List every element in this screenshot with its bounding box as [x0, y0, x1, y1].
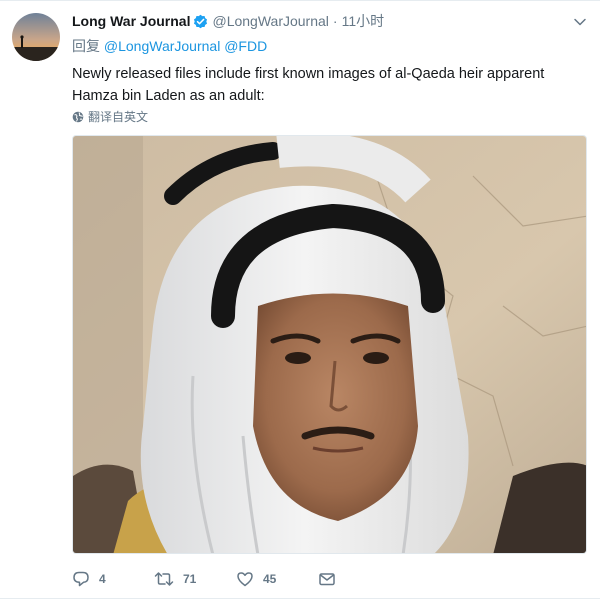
- verified-badge-icon: [193, 14, 208, 29]
- tweet-actions: 4 71 45: [72, 569, 400, 589]
- heart-icon: [237, 572, 253, 587]
- like-button[interactable]: 45: [236, 570, 318, 588]
- retweet-count: 71: [183, 572, 197, 586]
- display-name[interactable]: Long War Journal: [72, 13, 190, 29]
- tweet-photo[interactable]: [72, 135, 587, 554]
- tweet-card[interactable]: Long War Journal @LongWarJournal · 11小时 …: [0, 0, 600, 599]
- user-handle[interactable]: @LongWarJournal: [212, 13, 328, 29]
- avatar[interactable]: [12, 13, 60, 61]
- tweet-text: Newly released files include first known…: [72, 66, 545, 104]
- separator-dot: ·: [332, 13, 338, 29]
- like-count: 45: [263, 572, 277, 586]
- tweet-header: Long War Journal @LongWarJournal · 11小时: [72, 12, 384, 30]
- retweet-arrows-icon: [154, 572, 174, 586]
- translate-link[interactable]: 翻译自英文: [72, 108, 148, 125]
- reply-mention-fdd[interactable]: @FDD: [224, 38, 267, 54]
- envelope-icon: [319, 573, 335, 586]
- reply-button[interactable]: 4: [72, 570, 154, 588]
- globe-icon: [72, 111, 84, 122]
- direct-message-button[interactable]: [318, 570, 400, 588]
- reply-mention-longwarjournal[interactable]: @LongWarJournal: [104, 38, 220, 54]
- reply-count: 4: [99, 572, 106, 586]
- translate-label: 翻译自英文: [88, 110, 149, 124]
- reply-context: 回复 @LongWarJournal @FDD: [72, 36, 267, 56]
- chevron-down-icon[interactable]: [572, 15, 588, 27]
- retweet-button[interactable]: 71: [154, 570, 236, 588]
- reply-prefix: 回复: [72, 38, 100, 54]
- speech-bubble-icon: [73, 571, 89, 587]
- timestamp[interactable]: 11小时: [342, 11, 385, 31]
